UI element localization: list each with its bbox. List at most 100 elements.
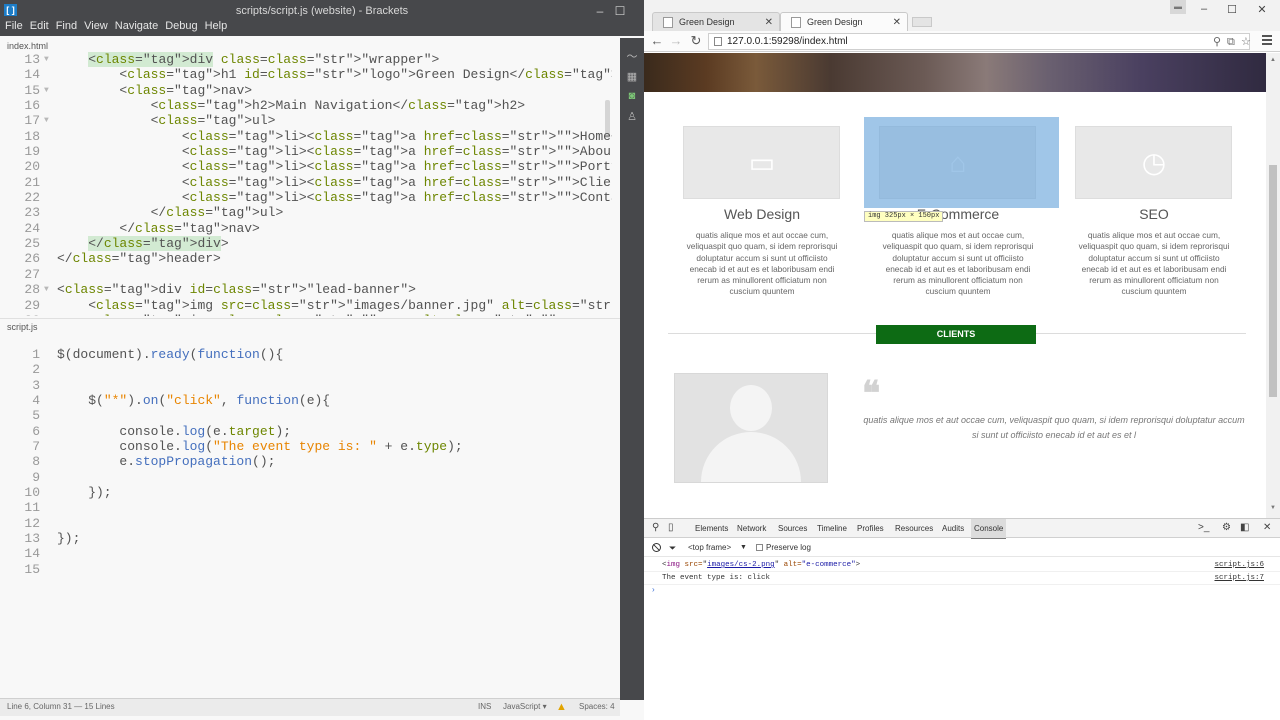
code-line[interactable]: 14 [0, 546, 612, 561]
code-line[interactable]: 12 [0, 516, 612, 531]
extension-manager-icon[interactable]: ▦ [624, 70, 640, 84]
logged-element[interactable]: <img src="images/cs-2.png" alt="e-commer… [662, 559, 860, 572]
code-line[interactable]: 10 }); [0, 485, 612, 500]
forward-arrow-icon[interactable]: → [668, 33, 684, 49]
address-bar[interactable]: 127.0.0.1:59298/index.html ⚲ ⧉ ☆ [708, 33, 1251, 50]
code-line[interactable]: 2 [0, 362, 612, 377]
tab-timeline[interactable]: Timeline [817, 519, 847, 538]
html-code-pane[interactable]: 13 ▼ <class="tag">div class=class="str">"… [0, 52, 612, 316]
bookmark-star-icon[interactable]: ☆ [1241, 35, 1251, 50]
code-line[interactable]: 9 [0, 470, 612, 485]
code-line[interactable]: 13}); [0, 531, 612, 546]
menu-find[interactable]: Find [53, 16, 81, 36]
fold-arrow-icon[interactable]: ▼ [44, 113, 49, 128]
scroll-down-icon[interactable]: ▼ [1270, 505, 1276, 511]
code-line[interactable]: 19 <class="tag">li><class="tag">a href=c… [0, 144, 612, 159]
reload-icon[interactable]: ↻ [688, 33, 704, 49]
language-select[interactable]: JavaScript ▾ [503, 699, 547, 715]
close-devtools-icon[interactable]: ✕ [1263, 523, 1271, 533]
code-line[interactable]: 20 <class="tag">li><class="tag">a href=c… [0, 159, 612, 174]
scroll-up-icon[interactable]: ▲ [1270, 57, 1276, 63]
tab-profiles[interactable]: Profiles [857, 519, 884, 538]
code-line[interactable]: 25 </class="tag">div> [0, 236, 612, 252]
menu-help[interactable]: Help [202, 16, 232, 36]
dock-side-icon[interactable]: ◧ [1240, 523, 1249, 533]
code-line[interactable]: 27 [0, 267, 612, 282]
clients-heading[interactable]: CLIENTS [876, 325, 1036, 344]
tab-elements[interactable]: Elements [695, 519, 728, 538]
device-mode-icon[interactable]: ▯ [668, 523, 674, 533]
code-line[interactable]: 23 </class="tag">ul> [0, 205, 612, 220]
code-line[interactable]: 1 $(document).ready(function(){ [0, 347, 612, 362]
tab-resources[interactable]: Resources [895, 519, 933, 538]
scroll-thumb[interactable] [1269, 165, 1277, 397]
close-tab-icon[interactable]: ✕ [893, 13, 901, 32]
translate-icon[interactable]: ⧉ [1227, 35, 1235, 50]
back-arrow-icon[interactable]: ← [649, 33, 665, 49]
code-line[interactable]: 17 ▼ <class="tag">ul> [0, 113, 612, 128]
browser-menu-icon[interactable] [1262, 35, 1272, 47]
code-line[interactable]: 18 <class="tag">li><class="tag">a href=c… [0, 129, 612, 144]
menu-navigate[interactable]: Navigate [112, 16, 162, 36]
fold-arrow-icon[interactable]: ▼ [44, 52, 49, 67]
code-line[interactable]: 30 <class="tag">img class=class="str">""… [0, 313, 612, 316]
menu-view[interactable]: View [81, 16, 112, 36]
code-line[interactable]: 16 <class="tag">h2>Main Navigation</clas… [0, 98, 612, 113]
client-avatar-placeholder[interactable] [674, 373, 828, 483]
browser-tab-active[interactable]: Green Design ✕ [780, 12, 908, 31]
js-code-pane[interactable]: 1 $(document).ready(function(){2 3 4 $("*")… [0, 347, 612, 617]
new-tab-button[interactable] [912, 17, 932, 27]
menu-debug[interactable]: Debug [162, 16, 201, 36]
service-thumbnail[interactable]: ▭ [683, 126, 840, 199]
console-prompt[interactable]: › [652, 585, 655, 594]
code-line[interactable]: 15 [0, 562, 612, 577]
image-src-link[interactable]: images/cs-2.png [707, 561, 775, 569]
lead-banner-image[interactable] [644, 53, 1266, 92]
live-preview-icon[interactable]: 〜 [624, 48, 640, 63]
source-link[interactable]: script.js:7 [1214, 572, 1264, 585]
search-icon[interactable]: ⚲ [1213, 35, 1221, 50]
settings-gear-icon[interactable]: ⚙ [1222, 523, 1231, 533]
code-line[interactable]: 29 <class="tag">img src=class="str">"ima… [0, 298, 612, 313]
console-message[interactable]: <img src="images/cs-2.png" alt="e-commer… [644, 559, 1280, 572]
fold-arrow-icon[interactable]: ▼ [44, 282, 49, 297]
browser-tab[interactable]: Green Design ✕ [652, 12, 780, 31]
tab-audits[interactable]: Audits [942, 519, 964, 538]
code-line[interactable]: 24 </class="tag">nav> [0, 221, 612, 236]
code-line[interactable]: 6 console.log(e.target); [0, 424, 612, 439]
inspect-search-icon[interactable]: ⚲ [652, 523, 659, 533]
preserve-log-checkbox[interactable] [756, 544, 763, 551]
minimize-icon[interactable]: – [1194, 3, 1214, 15]
code-line[interactable]: 28 ▼ <class="tag">div id=class="str">"lead… [0, 282, 612, 297]
insert-mode[interactable]: INS [478, 699, 491, 715]
page-scrollbar[interactable]: ▲ ▼ [1266, 53, 1280, 518]
tab-console[interactable]: Console [971, 519, 1007, 539]
code-line[interactable]: 11 [0, 500, 612, 515]
indent-spaces[interactable]: Spaces: 4 [579, 699, 615, 715]
code-line[interactable]: 5 [0, 408, 612, 423]
frame-select[interactable]: <top frame> [688, 539, 731, 557]
code-line[interactable]: 3 [0, 378, 612, 393]
warning-icon[interactable]: ▲ [556, 701, 567, 713]
code-line[interactable]: 15 ▼ <class="tag">nav> [0, 83, 612, 98]
code-line[interactable]: 14 <class="tag">h1 id=class="str">"logo"… [0, 67, 612, 82]
menu-edit[interactable]: Edit [27, 16, 53, 36]
chevron-down-icon[interactable]: ▼ [740, 539, 747, 557]
code-line[interactable]: 21 <class="tag">li><class="tag">a href=c… [0, 175, 612, 190]
tab-network[interactable]: Network [737, 519, 766, 538]
filter-icon[interactable]: ⏷ [669, 539, 676, 557]
close-window-icon[interactable]: ✕ [1252, 3, 1272, 16]
console-drawer-icon[interactable]: >_ [1198, 523, 1209, 533]
code-line[interactable]: 4 $("*").on("click", function(e){ [0, 393, 612, 408]
code-line[interactable]: 7 console.log("The event type is: " + e.… [0, 439, 612, 454]
source-link[interactable]: script.js:6 [1214, 559, 1264, 572]
code-line[interactable]: 22 <class="tag">li><class="tag">a href=c… [0, 190, 612, 205]
console-message[interactable]: The event type is: click script.js:7 [644, 572, 1280, 585]
code-line[interactable]: 13 ▼ <class="tag">div class=class="str">"… [0, 52, 612, 67]
maximize-icon[interactable]: ☐ [1222, 3, 1242, 16]
code-line[interactable]: 26 </class="tag">header> [0, 251, 612, 266]
user-icon[interactable]: ▬ [1170, 0, 1186, 14]
person-icon[interactable]: ♙ [624, 110, 640, 124]
close-tab-icon[interactable]: ✕ [765, 13, 773, 32]
tab-sources[interactable]: Sources [778, 519, 807, 538]
